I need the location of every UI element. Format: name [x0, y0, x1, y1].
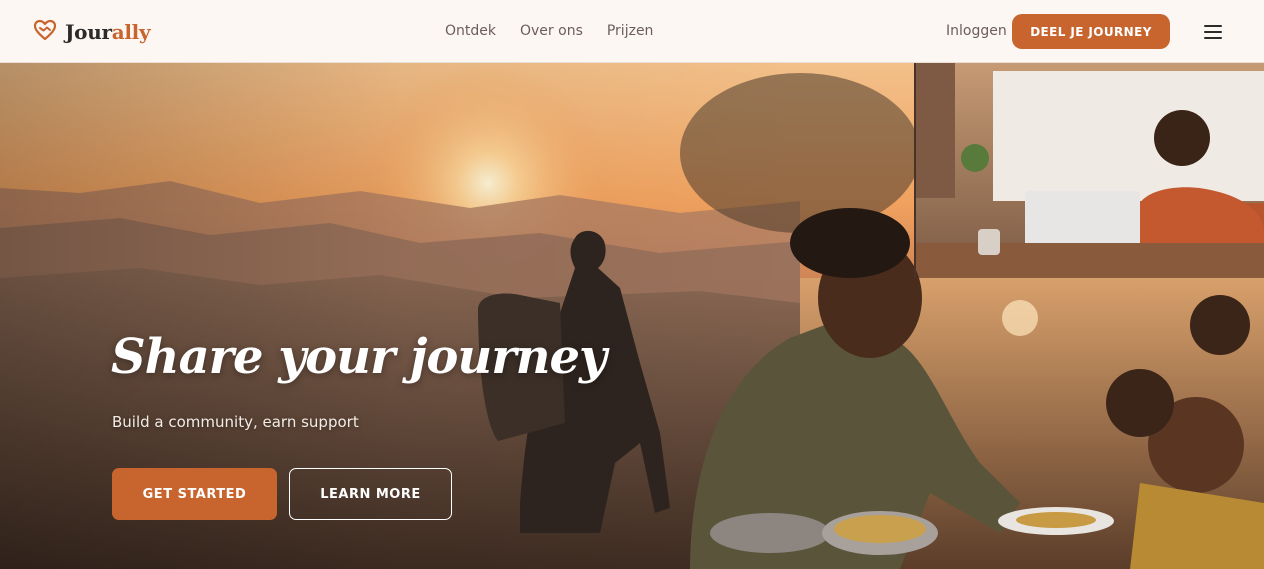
heart-handshake-icon: [33, 18, 57, 46]
hero-title: Share your journey: [111, 329, 607, 385]
hero-subtitle: Build a community, earn support: [112, 413, 359, 431]
site-header: Jourally Ontdek Over ons Prijzen Inlogge…: [0, 0, 1264, 63]
brand-name-suffix: ally: [111, 20, 151, 44]
nav-item-over-ons[interactable]: Over ons: [520, 22, 583, 40]
hero-section: Share your journey Build a community, ea…: [0, 63, 1264, 569]
brand-name-prefix: Jour: [65, 20, 112, 44]
main-nav: Ontdek Over ons Prijzen: [445, 22, 653, 40]
login-link[interactable]: Inloggen: [946, 22, 1007, 40]
get-started-button[interactable]: GET STARTED: [112, 468, 277, 520]
hamburger-menu-icon[interactable]: [1202, 23, 1224, 41]
learn-more-button[interactable]: LEARN MORE: [289, 468, 452, 520]
share-journey-button[interactable]: DEEL JE JOURNEY: [1012, 14, 1170, 49]
brand-name: Jourally: [65, 20, 151, 44]
man-working-laptop-business-idea-whiteboard: [915, 63, 1264, 281]
brand-logo[interactable]: Jourally: [33, 18, 151, 46]
nav-item-ontdek[interactable]: Ontdek: [445, 22, 496, 40]
nav-item-prijzen[interactable]: Prijzen: [607, 22, 654, 40]
